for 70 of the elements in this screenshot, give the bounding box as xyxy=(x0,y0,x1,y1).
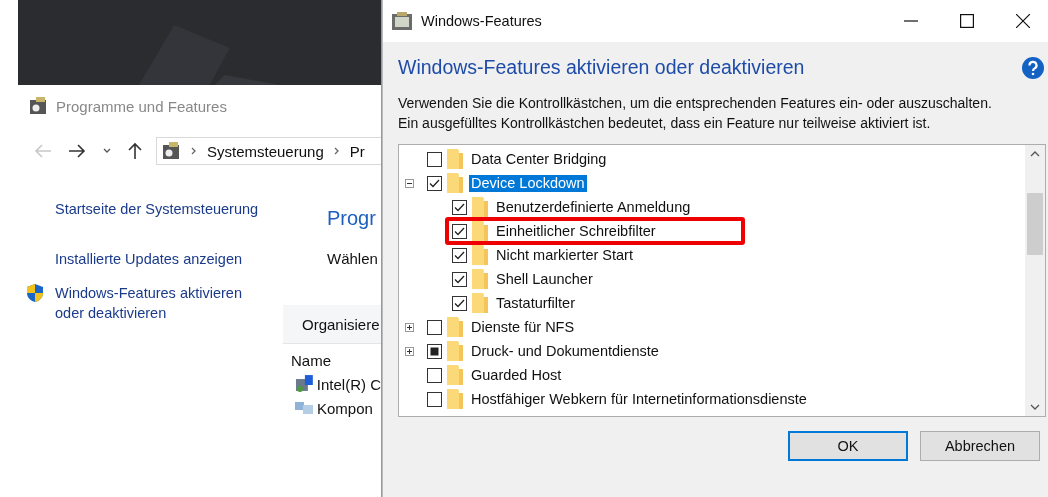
folder-icon xyxy=(447,365,463,385)
scroll-thumb[interactable] xyxy=(1027,193,1043,255)
breadcrumb-item[interactable]: Pr xyxy=(349,142,365,160)
chevron-icon xyxy=(191,147,197,155)
expander-icon[interactable] xyxy=(405,322,414,332)
dialog-title: Windows-Features xyxy=(421,13,542,29)
folder-icon xyxy=(447,173,463,193)
content-text: Wählen xyxy=(326,250,379,267)
maximize-icon[interactable] xyxy=(960,14,974,28)
folder-icon xyxy=(472,293,488,313)
folder-icon xyxy=(447,149,463,169)
description-text: Verwenden Sie die Kontrollkästchen, um die entsprechenden Features ein- oder auszuschalten. Ein ausgefülltes Kontrollkästchen bedeutet, dass ein Feature nur teilweise aktiviert ist. xyxy=(398,94,993,133)
control-panel-icon xyxy=(28,96,48,116)
close-icon[interactable] xyxy=(1016,14,1030,28)
checkbox[interactable] xyxy=(452,223,467,239)
organize-button[interactable]: Organisiere xyxy=(283,315,380,333)
feature-label[interactable]: Benutzerdefinierte Anmeldung xyxy=(494,198,693,216)
folder-icon xyxy=(447,317,463,337)
feature-label[interactable]: Device Lockdown xyxy=(469,174,587,192)
scrollbar[interactable] xyxy=(1025,145,1045,416)
forward-arrow-icon[interactable] xyxy=(68,144,86,158)
help-icon[interactable] xyxy=(1022,56,1044,79)
scroll-down-icon[interactable] xyxy=(1030,404,1040,410)
window-title: Programme und Features xyxy=(56,97,227,115)
checkbox[interactable] xyxy=(452,199,467,215)
column-header[interactable]: Name xyxy=(283,344,381,369)
checkbox[interactable] xyxy=(452,295,467,311)
checkbox[interactable] xyxy=(452,247,467,263)
ok-button[interactable]: OK xyxy=(788,431,908,461)
folder-icon xyxy=(472,245,488,265)
folder-icon xyxy=(447,389,463,409)
sidebar-link[interactable]: Installierte Updates anzeigen xyxy=(55,249,265,269)
up-arrow-icon[interactable] xyxy=(128,142,142,160)
cancel-button[interactable]: Abbrechen xyxy=(920,431,1040,461)
scroll-up-icon[interactable] xyxy=(1030,151,1040,157)
checkbox[interactable] xyxy=(427,175,442,191)
folder-icon xyxy=(472,221,488,241)
feature-label[interactable]: Shell Launcher xyxy=(494,270,595,288)
checkbox[interactable] xyxy=(427,343,442,359)
feature-label[interactable]: Data Center Bridging xyxy=(469,150,609,168)
feature-label[interactable]: Nicht markierter Start xyxy=(494,246,635,264)
address-bar[interactable]: Systemsteuerung Pr xyxy=(156,137,381,165)
content-heading: Progr xyxy=(326,207,377,230)
dialog-heading: Windows-Features aktivieren oder deaktivieren xyxy=(398,56,805,79)
checkbox[interactable] xyxy=(427,367,442,383)
feature-label[interactable]: Dienste für NFS xyxy=(469,318,577,336)
control-panel-icon xyxy=(161,141,181,161)
feature-label[interactable]: Hostfähiger Webkern für Internetinformationsdienste xyxy=(469,390,809,408)
expander-icon[interactable] xyxy=(405,346,414,356)
program-name[interactable]: Kompon xyxy=(317,399,373,417)
sidebar-link[interactable]: Startseite der Systemsteuerung xyxy=(55,199,265,219)
chevron-icon xyxy=(333,147,340,155)
feature-label[interactable]: Einheitlicher Schreibfilter xyxy=(494,222,658,240)
checkbox[interactable] xyxy=(427,151,442,167)
features-icon xyxy=(391,11,413,31)
checkbox[interactable] xyxy=(427,319,442,335)
sidebar-link[interactable]: Windows-Features aktivieren oder deaktivieren xyxy=(55,283,265,323)
checkbox[interactable] xyxy=(452,271,467,287)
program-name[interactable]: Intel(R) C xyxy=(316,375,381,393)
folder-icon xyxy=(472,197,488,217)
feature-label[interactable]: Druck- und Dokumentdienste xyxy=(469,342,661,360)
folder-icon xyxy=(472,269,488,289)
feature-label[interactable]: Guarded Host xyxy=(469,366,564,384)
shield-icon xyxy=(26,283,44,303)
dropdown-caret-icon[interactable] xyxy=(102,148,112,154)
expander-icon[interactable] xyxy=(405,178,414,188)
feature-label[interactable]: Tastaturfilter xyxy=(494,294,577,312)
checkbox[interactable] xyxy=(427,391,442,407)
folder-icon xyxy=(447,341,463,361)
breadcrumb-item[interactable]: Systemsteuerung xyxy=(207,142,324,160)
